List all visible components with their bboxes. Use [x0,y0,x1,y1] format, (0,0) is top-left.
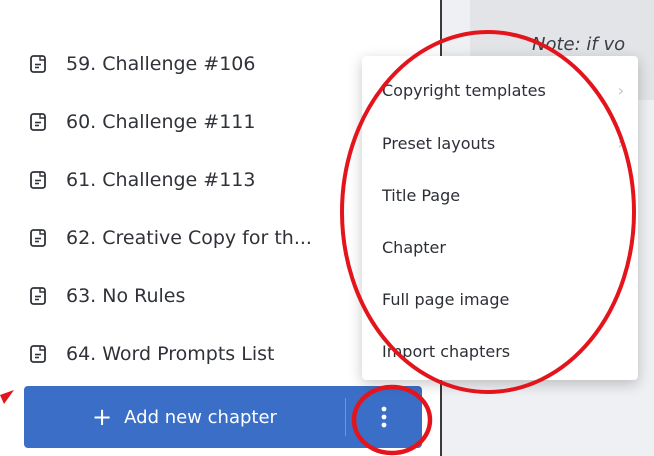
menu-item-preset-layouts[interactable]: Preset layouts › [382,128,632,158]
menu-item-full-page-image[interactable]: Full page image [382,284,632,314]
chapter-item-60[interactable]: 60. Challenge #111 [30,106,375,138]
menu-item-label: Copyright templates [382,80,546,100]
document-icon [30,345,46,363]
menu-item-import-chapters[interactable]: Import chapters [382,336,632,366]
chapter-label: 64. Word Prompts List [66,343,275,365]
document-icon [30,55,46,73]
kebab-vertical-icon [381,406,387,428]
menu-item-chapter[interactable]: Chapter [382,232,632,262]
more-options-button[interactable] [346,386,422,448]
chapter-label: 60. Challenge #111 [66,111,256,133]
chapter-item-63[interactable]: 63. No Rules [30,280,375,312]
document-icon [30,229,46,247]
chapter-item-59[interactable]: 59. Challenge #106 [30,48,375,80]
chapter-item-62[interactable]: 62. Creative Copy for th... [30,222,375,254]
chapter-label: 59. Challenge #106 [66,53,256,75]
menu-item-label: Preset layouts [382,133,496,153]
add-new-chapter-button[interactable]: + Add new chapter [24,386,345,448]
menu-item-copyright-templates[interactable]: Copyright templates › [382,75,632,105]
document-icon [30,171,46,189]
menu-item-label: Title Page [382,185,461,205]
note-text: Note: if vo [532,34,626,55]
add-chapter-bar: + Add new chapter [24,386,422,448]
chapter-item-61[interactable]: 61. Challenge #113 [30,164,375,196]
menu-item-label: Chapter [382,237,446,257]
document-icon [30,113,46,131]
chapter-label: 62. Creative Copy for th... [66,227,312,249]
document-icon [30,287,46,305]
plus-icon: + [92,403,113,431]
chapter-item-64[interactable]: 64. Word Prompts List [30,338,375,370]
chapter-label: 61. Challenge #113 [66,169,256,191]
menu-item-title-page[interactable]: Title Page [382,180,632,210]
chapter-label: 63. No Rules [66,285,186,307]
chapter-context-menu: Copyright templates › Preset layouts › T… [362,56,638,380]
chevron-right-icon: › [617,133,624,153]
chevron-right-icon: › [617,80,624,100]
menu-item-label: Full page image [382,289,510,309]
menu-item-label: Import chapters [382,341,511,361]
add-new-chapter-label: Add new chapter [124,406,277,428]
